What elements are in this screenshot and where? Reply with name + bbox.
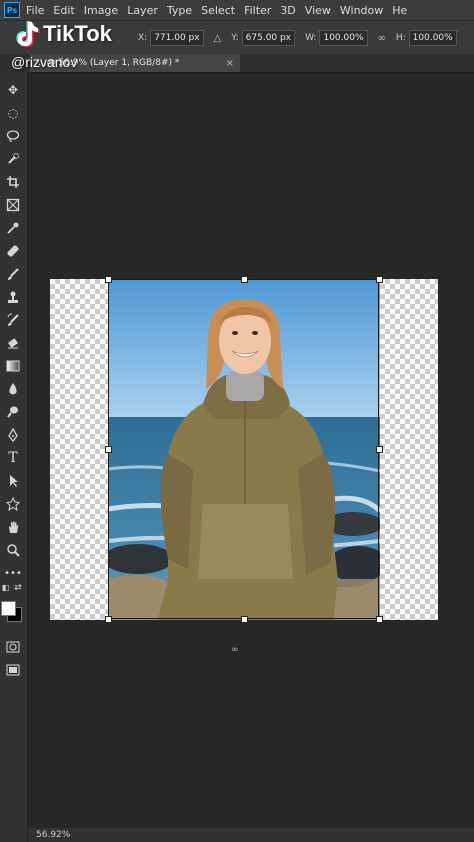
more-tools-icon[interactable]: ••• xyxy=(4,564,22,582)
zoom-tool-icon[interactable] xyxy=(4,541,22,559)
menu-bar: Ps File Edit Image Layer Type Select Fil… xyxy=(0,0,474,20)
type-tool-icon[interactable]: T xyxy=(4,449,22,467)
tools-panel: ✥ ◌ T ••• ◧ ⇄ xyxy=(0,72,28,842)
zoom-level[interactable]: 56.92% xyxy=(36,830,70,840)
h-label: H: xyxy=(395,33,406,43)
eraser-tool-icon[interactable] xyxy=(4,334,22,352)
menu-window[interactable]: Window xyxy=(340,4,383,17)
menu-layer[interactable]: Layer xyxy=(127,4,158,17)
clone-stamp-tool-icon[interactable] xyxy=(4,288,22,306)
quick-mask-icon[interactable] xyxy=(4,638,22,656)
chain-link-icon: ∞ xyxy=(231,645,239,655)
foreground-color-swatch[interactable] xyxy=(1,601,16,616)
menu-filter[interactable]: Filter xyxy=(244,4,271,17)
history-brush-tool-icon[interactable] xyxy=(4,311,22,329)
transform-handle-top-right[interactable] xyxy=(376,276,383,283)
transform-handle-bottom-left[interactable] xyxy=(105,616,112,623)
menu-select[interactable]: Select xyxy=(201,4,235,17)
menu-help[interactable]: He xyxy=(392,4,407,17)
lasso-tool-icon[interactable] xyxy=(4,127,22,145)
status-bar: 56.92% xyxy=(28,828,474,842)
x-position-field[interactable]: 771.00 px xyxy=(150,30,204,46)
crop-tool-icon[interactable] xyxy=(4,173,22,191)
path-selection-tool-icon[interactable] xyxy=(4,472,22,490)
brush-tool-icon[interactable] xyxy=(4,265,22,283)
y-position-field[interactable]: 675.00 px xyxy=(241,30,296,46)
transform-handle-middle-right[interactable] xyxy=(376,446,383,453)
eyedropper-tool-icon[interactable] xyxy=(4,219,22,237)
x-label: X: xyxy=(138,33,148,43)
transform-handle-middle-left[interactable] xyxy=(105,446,112,453)
hand-tool-icon[interactable] xyxy=(4,518,22,536)
healing-brush-tool-icon[interactable] xyxy=(4,242,22,260)
tiktok-brand: TikTok xyxy=(43,21,112,46)
swap-colors-icon[interactable]: ⇄ xyxy=(12,583,24,593)
blur-tool-icon[interactable] xyxy=(4,380,22,398)
photoshop-logo: Ps xyxy=(4,2,20,18)
creator-handle: @rizvanov xyxy=(11,54,78,70)
menu-3d[interactable]: 3D xyxy=(280,4,295,17)
move-tool-icon[interactable]: ✥ xyxy=(4,81,22,99)
menu-type[interactable]: Type xyxy=(167,4,192,17)
w-label: W: xyxy=(305,33,317,43)
menu-image[interactable]: Image xyxy=(84,4,118,17)
shape-tool-icon[interactable] xyxy=(4,495,22,513)
link-icon[interactable]: ∞ xyxy=(378,33,386,44)
menu-edit[interactable]: Edit xyxy=(53,4,74,17)
transform-handle-top-center[interactable] xyxy=(241,276,248,283)
transform-bounding-box[interactable] xyxy=(108,279,379,619)
transform-handle-bottom-center[interactable] xyxy=(241,616,248,623)
gradient-tool-icon[interactable] xyxy=(4,357,22,375)
y-label: Y: xyxy=(231,33,239,43)
frame-tool-icon[interactable] xyxy=(4,196,22,214)
close-icon[interactable]: × xyxy=(226,58,234,69)
dodge-tool-icon[interactable] xyxy=(4,403,22,421)
height-field[interactable]: 100.00% xyxy=(408,30,457,46)
default-colors-icon[interactable]: ◧ xyxy=(1,583,10,592)
pen-tool-icon[interactable] xyxy=(4,426,22,444)
tiktok-watermark: TikTok xyxy=(14,20,112,48)
screen-mode-icon[interactable] xyxy=(4,661,22,679)
menu-view[interactable]: View xyxy=(305,4,331,17)
transform-handle-top-left[interactable] xyxy=(105,276,112,283)
tiktok-note-icon xyxy=(16,21,40,47)
width-field[interactable]: 100.00% xyxy=(319,30,368,46)
triangle-icon[interactable]: △ xyxy=(214,33,222,44)
marquee-tool-icon[interactable]: ◌ xyxy=(4,104,22,122)
quick-select-tool-icon[interactable] xyxy=(4,150,22,168)
transform-handle-bottom-right[interactable] xyxy=(376,616,383,623)
menu-file[interactable]: File xyxy=(26,4,44,17)
